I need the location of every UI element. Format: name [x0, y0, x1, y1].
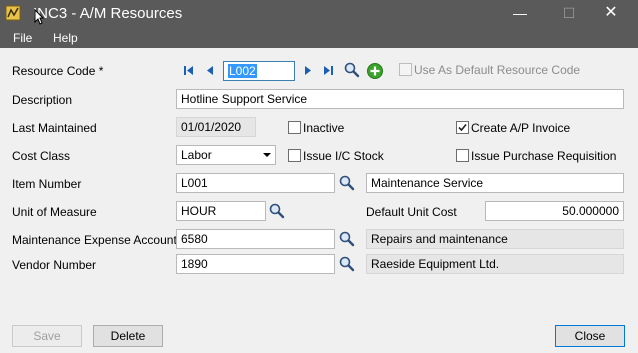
- check-icon: [458, 123, 467, 132]
- menu-bar: File Help: [0, 28, 638, 48]
- issue-purchase-requisition-checkbox[interactable]: [456, 149, 469, 162]
- window-title: INC3 - A/M Resources: [33, 5, 183, 22]
- item-number-label: Item Number: [12, 177, 82, 191]
- unit-of-measure-label: Unit of Measure: [12, 205, 97, 219]
- last-maintained-label: Last Maintained: [12, 121, 97, 135]
- next-record-icon[interactable]: [301, 63, 315, 77]
- close-window-button[interactable]: ✕: [588, 0, 634, 28]
- description-label: Description: [12, 93, 73, 107]
- resource-code-label: Resource Code *: [12, 64, 104, 78]
- vendor-number-input[interactable]: 1890: [176, 254, 335, 274]
- use-as-default-checkbox[interactable]: [399, 63, 412, 76]
- issue-purchase-requisition-label: Issue Purchase Requisition: [471, 149, 617, 163]
- add-icon[interactable]: [366, 62, 384, 80]
- unit-of-measure-input[interactable]: HOUR: [176, 201, 266, 221]
- title-bar: INC3 - A/M Resources — ☐ ✕: [0, 0, 638, 28]
- app-icon: [5, 5, 21, 21]
- issue-ic-stock-checkbox[interactable]: [288, 149, 301, 162]
- maintenance-expense-account-label: Maintenance Expense Account: [12, 233, 177, 247]
- chevron-down-icon: [263, 153, 271, 157]
- vendor-number-search-icon[interactable]: [338, 255, 356, 273]
- description-input[interactable]: Hotline Support Service: [176, 89, 624, 109]
- vendor-number-description: Raeside Equipment Ltd.: [366, 254, 624, 274]
- cost-class-label: Cost Class: [12, 149, 71, 163]
- maintenance-expense-account-input[interactable]: 6580: [176, 229, 335, 249]
- last-record-icon[interactable]: [321, 63, 335, 77]
- resource-code-value: L002: [228, 64, 257, 78]
- inactive-checkbox[interactable]: [288, 121, 301, 134]
- create-ap-invoice-checkbox[interactable]: [456, 121, 469, 134]
- menu-help[interactable]: Help: [53, 31, 78, 45]
- mouse-cursor-icon: [34, 9, 44, 25]
- am-resources-window: INC3 - A/M Resources — ☐ ✕ File Help Res…: [0, 0, 638, 353]
- create-ap-invoice-label: Create A/P Invoice: [471, 121, 571, 135]
- resource-code-input[interactable]: L002: [223, 61, 295, 81]
- item-number-search-icon[interactable]: [338, 174, 356, 192]
- item-number-description: Maintenance Service: [366, 173, 624, 193]
- inactive-label: Inactive: [303, 121, 345, 135]
- maintenance-expense-account-description: Repairs and maintenance: [366, 229, 624, 249]
- cost-class-value: Labor: [181, 148, 212, 162]
- use-as-default-label: Use As Default Resource Code: [414, 63, 581, 77]
- last-maintained-value: 01/01/2020: [176, 117, 256, 137]
- previous-record-icon[interactable]: [203, 63, 217, 77]
- resource-code-search-icon[interactable]: [343, 61, 361, 79]
- unit-of-measure-search-icon[interactable]: [268, 202, 286, 220]
- menu-file[interactable]: File: [13, 31, 32, 45]
- minimize-button[interactable]: —: [497, 0, 543, 28]
- default-unit-cost-label: Default Unit Cost: [366, 205, 457, 219]
- save-button[interactable]: Save: [12, 325, 82, 347]
- first-record-icon[interactable]: [182, 63, 196, 77]
- maximize-button[interactable]: ☐: [546, 0, 592, 28]
- maintenance-expense-account-search-icon[interactable]: [338, 230, 356, 248]
- cost-class-select[interactable]: Labor: [176, 145, 276, 165]
- vendor-number-label: Vendor Number: [12, 258, 97, 272]
- issue-ic-stock-label: Issue I/C Stock: [303, 149, 384, 163]
- item-number-input[interactable]: L001: [176, 173, 335, 193]
- default-unit-cost-input[interactable]: 50.000000: [485, 201, 624, 221]
- close-button[interactable]: Close: [555, 325, 625, 347]
- delete-button[interactable]: Delete: [93, 325, 163, 347]
